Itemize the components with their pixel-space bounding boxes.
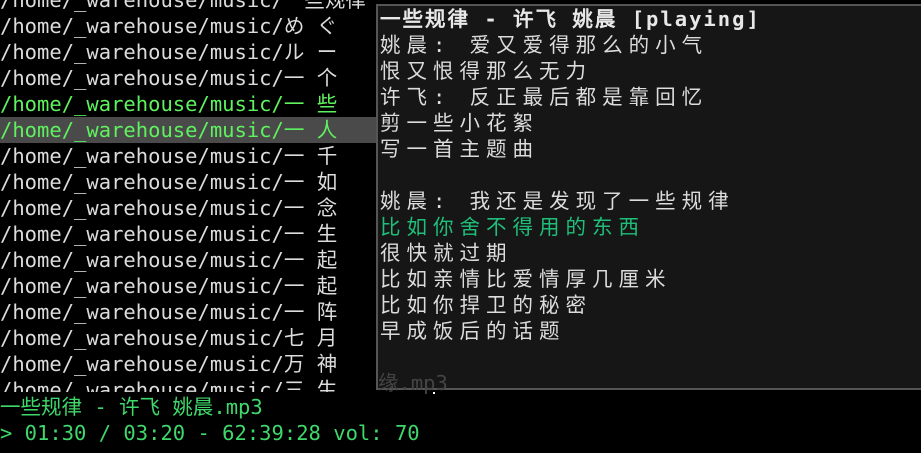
file-list-item[interactable]: /home/_warehouse/music/一 人	[0, 117, 378, 143]
file-name: 一 如	[283, 170, 338, 194]
file-path-prefix: /home/_warehouse/music/	[0, 92, 284, 116]
file-list-item[interactable]: /home/_warehouse/music/一 些	[0, 91, 378, 117]
file-list-item[interactable]: /home/_warehouse/music/一些规律 - 许飞 姚晨 (top…	[0, 0, 378, 13]
lyric-line: 写一首主题曲	[380, 137, 539, 161]
file-path-prefix: /home/_warehouse/music/	[0, 248, 284, 272]
file-path-prefix: /home/_warehouse/music/	[0, 66, 284, 90]
file-list-item[interactable]: /home/_warehouse/music/一 生	[0, 221, 378, 247]
file-path-prefix: /home/_warehouse/music/	[0, 378, 284, 392]
lyric-line: 比如亲情比爱情厚几厘米	[380, 267, 672, 291]
file-path-prefix: /home/_warehouse/music/	[0, 326, 284, 350]
file-list-item[interactable]: /home/_warehouse/music/ル ー	[0, 39, 378, 65]
file-name: 一 生	[283, 222, 338, 246]
lyric-line: 姚晨: 爱又爱得那么的小气	[380, 33, 709, 57]
file-path-prefix: /home/_warehouse/music/	[0, 196, 284, 220]
playback-status: > 01:30 / 03:20 - 62:39:28 vol: 70	[0, 421, 420, 445]
file-list-item[interactable]: /home/_warehouse/music/一 念	[0, 195, 378, 221]
file-path-prefix: /home/_warehouse/music/	[0, 352, 284, 376]
file-name: 三 生	[283, 378, 338, 392]
file-name: 一 个	[283, 66, 338, 90]
file-path-prefix: /home/_warehouse/music/	[0, 144, 284, 168]
lyric-line: 比如你捍卫的秘密	[380, 293, 592, 317]
lyric-line	[380, 162, 920, 188]
status-bar: 一些规律 - 许飞 姚晨.mp3 > 01:30 / 03:20 - 62:39…	[0, 394, 921, 453]
file-name: ル ー	[283, 40, 338, 64]
file-name: 一 起	[283, 248, 338, 272]
faded-overflow-text: 缘.mp3	[378, 371, 448, 395]
lyric-line: 姚晨: 我还是发现了一些规律	[380, 189, 735, 213]
file-path-prefix: /home/_warehouse/music/	[0, 274, 284, 298]
file-path-prefix: /home/_warehouse/music/	[0, 222, 284, 246]
lyric-line: 很快就过期	[380, 241, 513, 265]
file-list-item[interactable]: /home/_warehouse/music/一 千	[0, 143, 378, 169]
current-file-label: 一些规律 - 许飞 姚晨.mp3	[0, 395, 263, 419]
file-name: 一些规律 - 许飞 姚晨 (top clipped)	[283, 0, 366, 12]
file-name: 一 念	[283, 196, 338, 220]
file-list-item[interactable]: /home/_warehouse/music/一 个	[0, 65, 378, 91]
file-path-prefix: /home/_warehouse/music/	[0, 40, 284, 64]
file-path-prefix: /home/_warehouse/music/	[0, 0, 284, 12]
file-list-item[interactable]: /home/_warehouse/music/一 如	[0, 169, 378, 195]
file-name: め ぐ	[283, 14, 338, 38]
file-list-item[interactable]: /home/_warehouse/music/一 起	[0, 247, 378, 273]
file-name: 一 起	[283, 274, 338, 298]
lyric-line: 比如你舍不得用的东西	[380, 215, 645, 239]
file-name: 七 月	[283, 326, 338, 350]
file-name: 一 千	[283, 144, 338, 168]
lyrics-title: 一些规律 - 许飞 姚晨 [playing]	[380, 7, 761, 31]
lyric-line: 恨又恨得那么无力	[380, 59, 592, 83]
file-list-item[interactable]: /home/_warehouse/music/一 起	[0, 273, 378, 299]
file-list-item[interactable]: /home/_warehouse/music/万 神	[0, 351, 378, 377]
file-path-prefix: /home/_warehouse/music/	[0, 14, 284, 38]
file-list-item[interactable]: /home/_warehouse/music/め ぐ	[0, 13, 378, 39]
lyric-line: 许飞: 反正最后都是靠回忆	[380, 85, 709, 109]
file-name: 一 些	[283, 92, 338, 116]
lyric-line: 早成饭后的话题	[380, 319, 566, 343]
file-name: 一 阵	[283, 300, 338, 324]
file-list-item[interactable]: /home/_warehouse/music/七 月	[0, 325, 378, 351]
file-name: 万 神	[283, 352, 338, 376]
file-name: 一 人	[283, 118, 338, 142]
lyric-line: 剪一些小花絮	[380, 111, 539, 135]
file-list-item[interactable]: /home/_warehouse/music/三 生	[0, 377, 378, 392]
file-path-prefix: /home/_warehouse/music/	[0, 300, 284, 324]
file-path-prefix: /home/_warehouse/music/	[0, 170, 284, 194]
file-path-prefix: /home/_warehouse/music/	[0, 118, 284, 142]
file-list[interactable]: /home/_warehouse/music/一些规律 - 许飞 姚晨 (top…	[0, 0, 378, 392]
file-list-item[interactable]: /home/_warehouse/music/一 阵	[0, 299, 378, 325]
lyrics-panel: 一些规律 - 许飞 姚晨 [playing] 姚晨: 爱又爱得那么的小气 恨又恨得…	[376, 4, 921, 390]
